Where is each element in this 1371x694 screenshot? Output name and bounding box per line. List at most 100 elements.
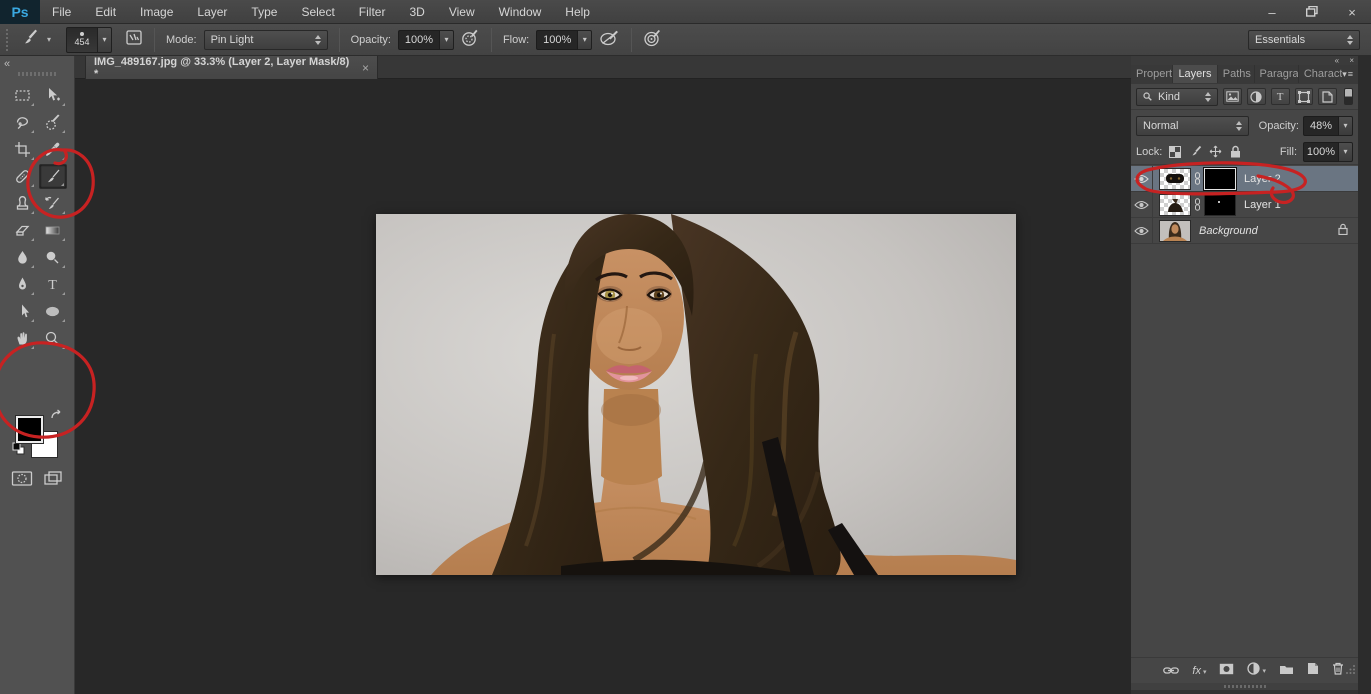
collapse-panels-icon[interactable]: « bbox=[1335, 56, 1339, 65]
menu-item-file[interactable]: File bbox=[40, 0, 83, 24]
dock-resize-grip[interactable] bbox=[1131, 683, 1358, 690]
tool-history-brush[interactable] bbox=[39, 191, 67, 216]
menu-item-type[interactable]: Type bbox=[239, 0, 289, 24]
tool-path-selection[interactable] bbox=[8, 299, 36, 324]
collapse-toolbar-button[interactable]: « bbox=[4, 58, 10, 70]
tool-hand[interactable] bbox=[8, 326, 36, 351]
tool-clone-stamp[interactable] bbox=[8, 191, 36, 216]
adjustment-layer-filter-icon[interactable] bbox=[1247, 88, 1266, 105]
smart-object-filter-icon[interactable] bbox=[1318, 88, 1337, 105]
lock-transparency-icon[interactable] bbox=[1168, 146, 1182, 158]
tab-properties[interactable]: Propert bbox=[1131, 65, 1173, 83]
new-layer-icon[interactable] bbox=[1307, 662, 1319, 680]
brush-preset-picker[interactable]: 454 bbox=[66, 27, 98, 53]
tool-quick-selection[interactable] bbox=[39, 110, 67, 135]
layer-name[interactable]: Background bbox=[1199, 225, 1258, 237]
layer-mask-thumbnail[interactable] bbox=[1204, 168, 1236, 190]
default-colors-icon[interactable] bbox=[12, 442, 25, 460]
opacity-caret[interactable]: ▾ bbox=[440, 30, 454, 50]
menu-item-help[interactable]: Help bbox=[553, 0, 602, 24]
pressure-opacity-icon[interactable] bbox=[461, 29, 480, 51]
layer-name[interactable]: Layer 2 bbox=[1244, 173, 1281, 185]
fill-input[interactable]: 100% bbox=[1303, 142, 1339, 162]
panel-menu-icon[interactable]: ▾≡ bbox=[1342, 65, 1358, 83]
close-button[interactable]: × bbox=[1341, 5, 1363, 20]
restore-button[interactable] bbox=[1301, 5, 1323, 20]
brush-preset-caret[interactable]: ▾ bbox=[98, 27, 112, 53]
panel-resize-grip[interactable] bbox=[1345, 662, 1356, 680]
quick-mask-mode-button[interactable] bbox=[11, 470, 33, 492]
mask-link-icon[interactable] bbox=[1193, 172, 1202, 185]
blend-mode-select[interactable]: Pin Light bbox=[204, 30, 328, 50]
menu-item-view[interactable]: View bbox=[437, 0, 487, 24]
menu-item-window[interactable]: Window bbox=[487, 0, 554, 24]
brush-tool-caret[interactable]: ▾ bbox=[47, 35, 51, 44]
tool-eyedropper[interactable] bbox=[39, 137, 67, 162]
document-image[interactable] bbox=[376, 214, 1016, 575]
layer-row-layer1[interactable]: Layer 1 bbox=[1131, 192, 1358, 218]
tool-zoom[interactable] bbox=[39, 326, 67, 351]
pixel-layer-filter-icon[interactable] bbox=[1223, 88, 1242, 105]
close-panel-icon[interactable]: × bbox=[1349, 56, 1354, 65]
toggle-brush-panel-icon[interactable] bbox=[125, 29, 143, 50]
opacity-input[interactable]: 100% bbox=[398, 30, 440, 50]
tab-character[interactable]: Charact bbox=[1299, 65, 1342, 83]
layer-thumbnail[interactable] bbox=[1159, 168, 1191, 190]
document-tab[interactable]: IMG_489167.jpg @ 33.3% (Layer 2, Layer M… bbox=[85, 56, 378, 79]
layer-row-layer2[interactable]: Layer 2 bbox=[1131, 166, 1358, 192]
layer-mask-thumbnail[interactable] bbox=[1204, 194, 1236, 216]
tab-paragraph[interactable]: Paragra bbox=[1255, 65, 1299, 83]
tool-healing-brush[interactable] bbox=[8, 164, 36, 189]
tool-eraser[interactable] bbox=[8, 218, 36, 243]
shape-layer-filter-icon[interactable] bbox=[1295, 88, 1314, 105]
menu-item-image[interactable]: Image bbox=[128, 0, 185, 24]
swap-colors-icon[interactable] bbox=[50, 409, 63, 424]
layer-row-background[interactable]: Background bbox=[1131, 218, 1358, 244]
tab-layers[interactable]: Layers bbox=[1173, 65, 1217, 83]
type-layer-filter-icon[interactable]: T bbox=[1271, 88, 1290, 105]
new-group-icon[interactable] bbox=[1279, 662, 1294, 680]
minimize-button[interactable]: – bbox=[1261, 5, 1283, 20]
tool-lasso[interactable] bbox=[8, 110, 36, 135]
layer-style-icon[interactable]: fx bbox=[1192, 665, 1201, 677]
tool-rectangular-marquee[interactable] bbox=[8, 83, 36, 108]
flow-input[interactable]: 100% bbox=[536, 30, 578, 50]
workspace-select[interactable]: Essentials bbox=[1248, 30, 1360, 50]
layer-blend-mode-select[interactable]: Normal bbox=[1136, 116, 1249, 136]
visibility-eye-icon[interactable] bbox=[1131, 192, 1153, 217]
layer-opacity-caret[interactable]: ▾ bbox=[1339, 116, 1353, 136]
layer-thumbnail[interactable] bbox=[1159, 220, 1191, 242]
tab-paths[interactable]: Paths bbox=[1218, 65, 1255, 83]
brush-tool-icon[interactable] bbox=[20, 28, 40, 51]
lock-pixels-icon[interactable] bbox=[1188, 145, 1202, 158]
filter-kind-select[interactable]: Kind bbox=[1136, 88, 1218, 106]
toolbar-grip[interactable] bbox=[18, 72, 56, 76]
flow-caret[interactable]: ▾ bbox=[578, 30, 592, 50]
options-bar-grip[interactable] bbox=[4, 29, 9, 51]
layer-name[interactable]: Layer 1 bbox=[1244, 199, 1281, 211]
menu-item-layer[interactable]: Layer bbox=[185, 0, 239, 24]
tool-pen[interactable] bbox=[8, 272, 36, 297]
screen-mode-button[interactable] bbox=[43, 470, 63, 492]
visibility-eye-icon[interactable] bbox=[1131, 218, 1153, 243]
fill-caret[interactable]: ▾ bbox=[1339, 142, 1353, 162]
layer-opacity-input[interactable]: 48% bbox=[1303, 116, 1339, 136]
filtering-toggle[interactable] bbox=[1344, 88, 1353, 105]
delete-layer-icon[interactable] bbox=[1332, 662, 1344, 680]
link-layers-icon[interactable] bbox=[1163, 662, 1179, 680]
tool-move[interactable] bbox=[39, 83, 67, 108]
menu-item-select[interactable]: Select bbox=[289, 0, 346, 24]
menu-item-3d[interactable]: 3D bbox=[397, 0, 436, 24]
tool-gradient[interactable] bbox=[39, 218, 67, 243]
tool-dodge[interactable] bbox=[39, 245, 67, 270]
menu-item-filter[interactable]: Filter bbox=[347, 0, 398, 24]
lock-position-icon[interactable] bbox=[1208, 145, 1222, 158]
menu-item-edit[interactable]: Edit bbox=[83, 0, 128, 24]
adjustment-layer-icon[interactable] bbox=[1247, 662, 1260, 680]
visibility-eye-icon[interactable] bbox=[1131, 166, 1153, 191]
mask-link-icon[interactable] bbox=[1193, 198, 1202, 211]
foreground-color-swatch[interactable] bbox=[16, 416, 43, 443]
add-mask-icon[interactable] bbox=[1219, 662, 1234, 680]
tool-crop[interactable] bbox=[8, 137, 36, 162]
tool-blur[interactable] bbox=[8, 245, 36, 270]
